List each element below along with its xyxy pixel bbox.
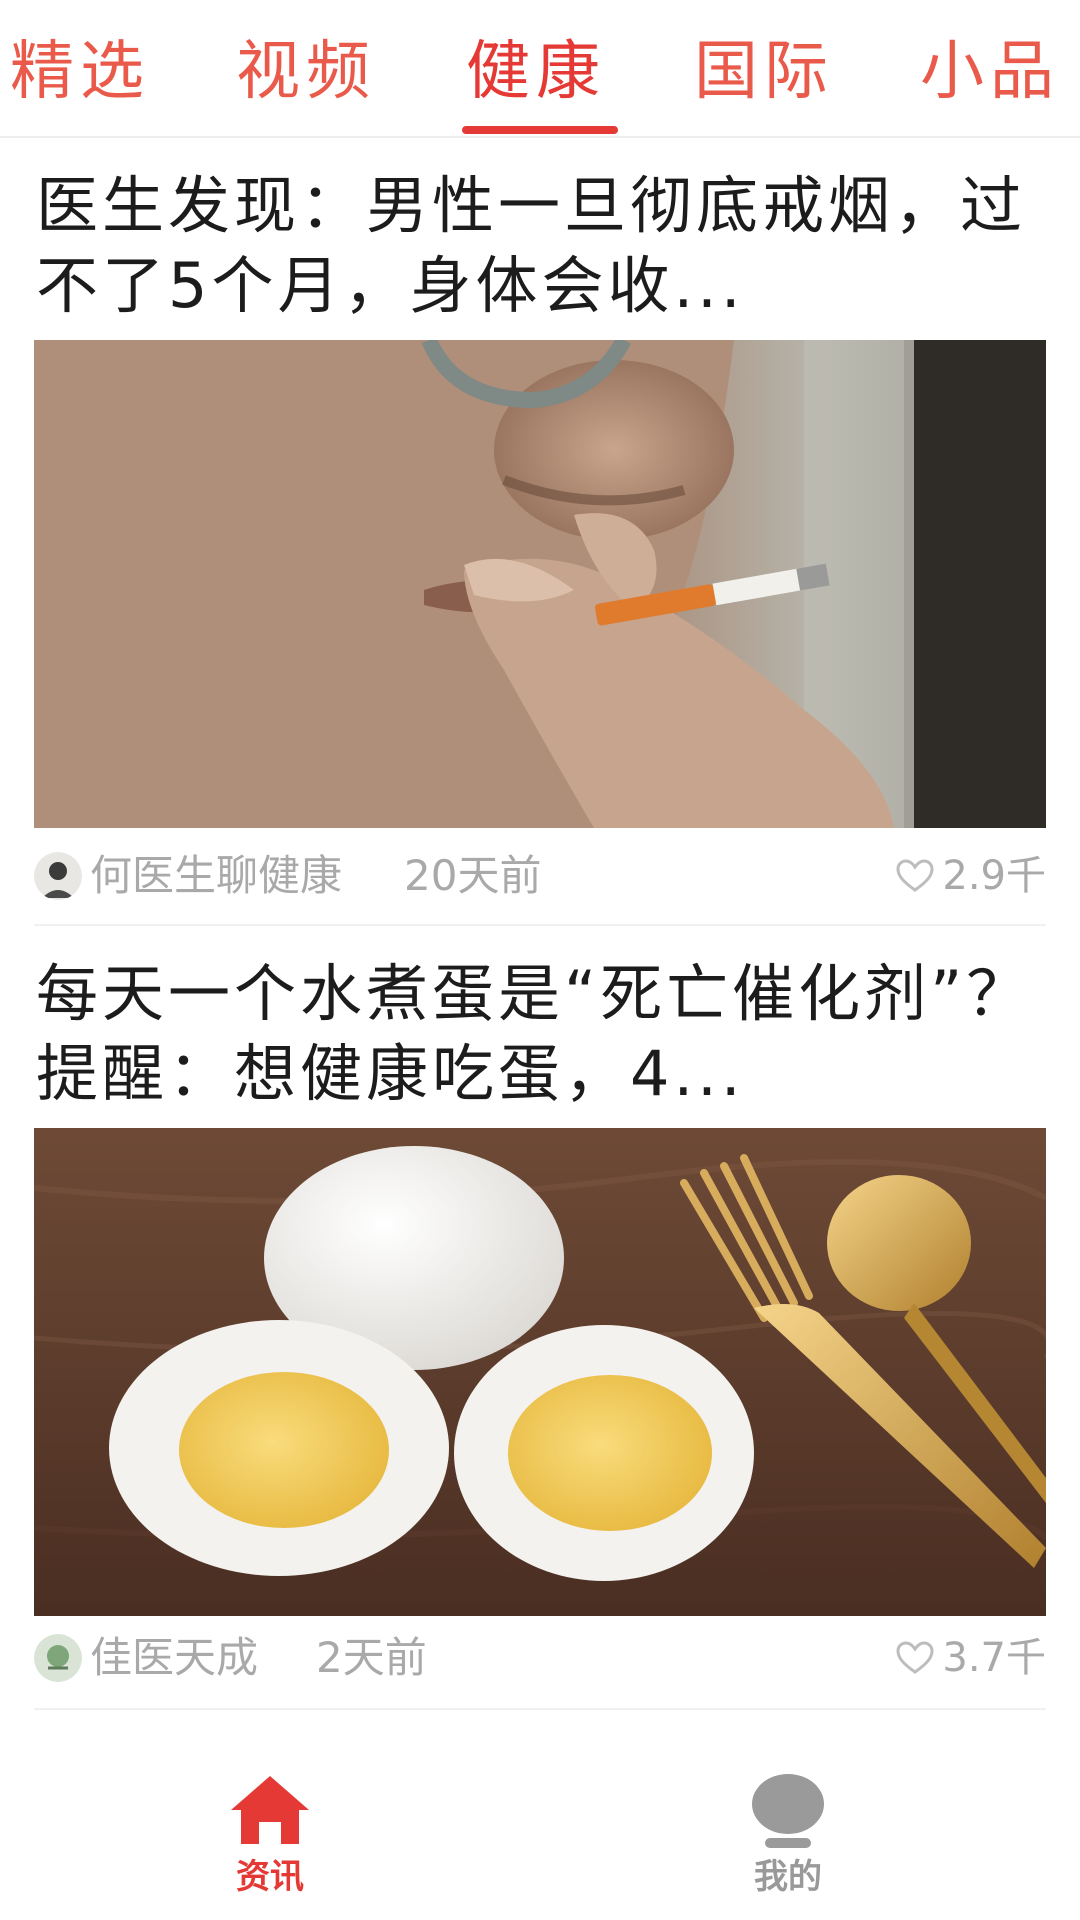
like-count[interactable]: 3.7千 (896, 1628, 1046, 1688)
nav-label-me: 我的 (754, 1857, 822, 1897)
article-meta: 佳医天成 2天前 3.7千 (34, 1628, 1046, 1688)
boiled-eggs-with-fork-and-spoon-photo (34, 1128, 1046, 1616)
article-title[interactable]: 每天一个水煮蛋是“死亡催化剂”？提醒：想健康吃蛋，4... (36, 954, 1046, 1114)
nav-item-news[interactable]: 资讯 (190, 1770, 350, 1910)
tab-sketch[interactable]: 小品 (920, 36, 1060, 108)
bottom-navigation: 资讯 我的 (0, 1720, 1080, 1920)
avatar[interactable] (34, 852, 82, 900)
tab-featured[interactable]: 精选 (10, 36, 150, 108)
divider (34, 1708, 1046, 1710)
like-count[interactable]: 2.9千 (896, 846, 1046, 906)
nav-label-news: 资讯 (236, 1857, 304, 1897)
author-name[interactable]: 何医生聊健康 (90, 846, 342, 906)
man-smoking-cigarette-photo (34, 340, 1046, 828)
tab-video[interactable]: 视频 (236, 36, 376, 108)
tab-health[interactable]: 健康 (466, 36, 606, 108)
article-thumbnail[interactable] (34, 340, 1046, 828)
user-icon (752, 1774, 824, 1848)
like-count-text: 3.7千 (942, 1635, 1046, 1681)
post-time: 20天前 (404, 851, 542, 900)
like-count-text: 2.9千 (942, 853, 1046, 899)
avatar[interactable] (34, 1634, 82, 1682)
heart-outline-icon (896, 1641, 934, 1674)
article-thumbnail[interactable] (34, 1128, 1046, 1616)
category-tabs: 精选 视频 健康 国际 小品 (0, 0, 1080, 138)
home-icon (231, 1776, 309, 1844)
divider (34, 924, 1046, 926)
article-meta: 何医生聊健康 20天前 2.9千 (34, 846, 1046, 906)
active-tab-indicator (462, 126, 618, 134)
news-feed-page: 精选 视频 健康 国际 小品 医生发现：男性一旦彻底戒烟，过不了5个月，身体会收… (0, 0, 1080, 1920)
post-time: 2天前 (316, 1633, 427, 1682)
article-title[interactable]: 医生发现：男性一旦彻底戒烟，过不了5个月，身体会收... (36, 166, 1046, 326)
tab-international[interactable]: 国际 (694, 36, 834, 108)
author-avatar-image (34, 1634, 82, 1682)
heart-outline-icon (896, 859, 934, 892)
nav-item-me[interactable]: 我的 (708, 1770, 868, 1910)
author-avatar-image (34, 852, 82, 900)
author-name[interactable]: 佳医天成 (90, 1628, 258, 1688)
